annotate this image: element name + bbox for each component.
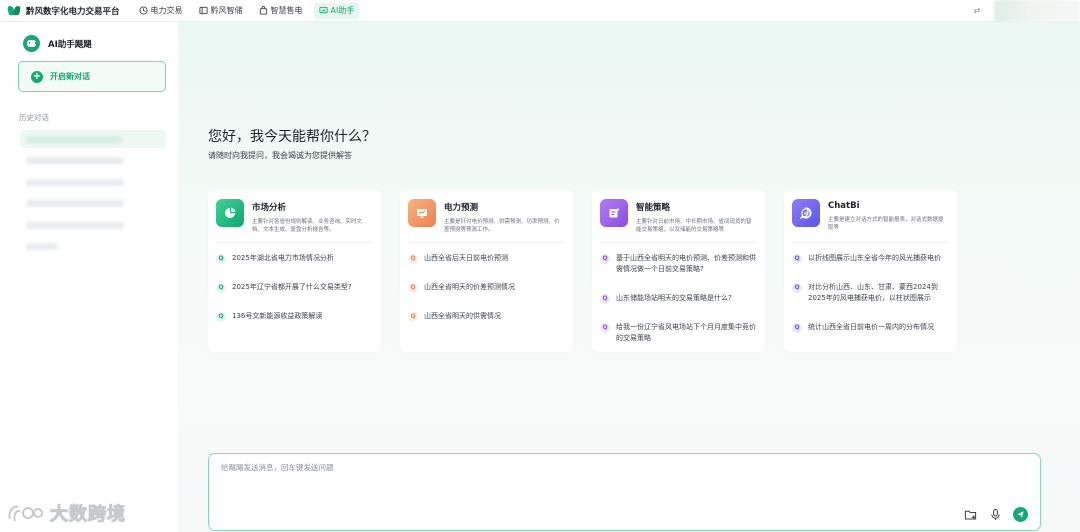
- tab-power-trade[interactable]: 电力交易: [134, 3, 188, 19]
- card-description: 主要针对各省份规则解读、业务咨询、实时文档、文本生成、复盘分析报告等。: [252, 219, 363, 233]
- storage-icon: [198, 6, 208, 15]
- new-chat-button[interactable]: + 开启新对话: [18, 61, 166, 92]
- tab-label: 电力交易: [150, 6, 183, 15]
- history-item[interactable]: [20, 130, 166, 148]
- history-list: [20, 130, 166, 259]
- history-item[interactable]: [20, 152, 166, 170]
- app-title: 黔风数字化电力交易平台: [26, 6, 120, 17]
- suggested-question[interactable]: Q 给我一份辽宁省风电场站下个月月度集中竞价的交易策略: [600, 316, 757, 345]
- question-icon: Q: [408, 254, 418, 264]
- pie-chart-icon: [216, 199, 244, 227]
- top-right-tools: ⇄: [972, 0, 1080, 22]
- question-icon: Q: [216, 254, 226, 264]
- suggested-question[interactable]: Q 山西全省明天的价差预测情况: [408, 276, 565, 305]
- greeting-subtitle: 请随时向我提问，我会竭诚为您提供解答: [208, 151, 352, 160]
- ai-chat-icon: [318, 6, 328, 15]
- card-title: 智能策略: [636, 203, 671, 213]
- card-power-forecast: 电力预测 主要是针对电价预测、供需预测、功率预测、价差预测等预测工作。 Q 山西全…: [400, 190, 573, 352]
- suggested-question[interactable]: Q 山东储能场站明天的交易策略是什么?: [600, 287, 757, 316]
- send-icon: [1017, 511, 1024, 518]
- history-item[interactable]: [20, 195, 166, 213]
- shopping-bag-icon: [259, 6, 268, 15]
- card-market-analysis: 市场分析 主要针对各省份规则解读、业务咨询、实时文档、文本生成、复盘分析报告等。…: [208, 190, 381, 352]
- send-button[interactable]: [1013, 507, 1028, 522]
- app-logo[interactable]: 黔风数字化电力交易平台: [8, 5, 120, 17]
- question-icon: Q: [216, 312, 226, 322]
- chatbi-icon: [792, 199, 820, 227]
- suggested-question[interactable]: Q 2025年辽宁省都开展了什么交易类型?: [216, 276, 373, 305]
- tab-label: 智慧售电: [270, 6, 303, 15]
- tab-storage[interactable]: 黔风智储: [194, 3, 248, 19]
- card-title: 电力预测: [444, 203, 479, 213]
- watermark: 大数跨境: [6, 500, 126, 526]
- question-icon: Q: [600, 323, 610, 333]
- history-item[interactable]: [20, 173, 166, 191]
- user-profile[interactable]: [994, 0, 1080, 22]
- strategy-icon: [600, 199, 628, 227]
- trade-icon: [138, 6, 148, 15]
- suggested-question[interactable]: Q 山西全省后天日前电价预测: [408, 247, 565, 276]
- suggested-question[interactable]: Q 山西全省明天的供需情况: [408, 305, 565, 334]
- card-smart-strategy: 智能策略 主要针对日前市场、中长期市场、省间现货的智能交易策略，以及储能的交易策…: [592, 190, 765, 352]
- folder-upload-icon[interactable]: [963, 508, 977, 522]
- monitor-chart-icon: [408, 199, 436, 227]
- microphone-icon[interactable]: [988, 508, 1002, 522]
- brand-logo-icon: [8, 5, 21, 16]
- card-title: ChatBi: [828, 201, 860, 211]
- tab-label: AI助手: [330, 6, 355, 15]
- suggested-question[interactable]: Q 以折线图展示山东全省今年的风光捕获电价: [792, 247, 949, 276]
- card-description: 主要针对日前市场、中长期市场、省间现货的智能交易策略，以及储能的交易策略等: [636, 219, 752, 233]
- main-content: 您好，我今天能帮你什么？ 请随时向我提问，我会竭诚为您提供解答 市场分析 主要针…: [178, 22, 1080, 532]
- sidebar: AI助手飓飓 + 开启新对话 历史对话: [0, 22, 178, 532]
- assistant-header: AI助手飓飓: [23, 35, 92, 52]
- card-description: 主要是针对电价预测、供需预测、功率预测、价差预测等预测工作。: [444, 219, 560, 233]
- history-item[interactable]: [20, 238, 166, 256]
- question-icon: Q: [408, 312, 418, 322]
- new-chat-label: 开启新对话: [50, 72, 90, 81]
- tab-ai-assistant[interactable]: AI助手: [313, 2, 360, 19]
- question-icon: Q: [792, 254, 802, 264]
- history-title: 历史对话: [19, 113, 49, 122]
- question-icon: Q: [600, 254, 610, 264]
- question-icon: Q: [792, 283, 802, 293]
- suggested-question[interactable]: Q 统计山西全省日前电价一周内的分布情况: [792, 316, 949, 345]
- history-item[interactable]: [20, 216, 166, 234]
- top-bar: 黔风数字化电力交易平台 电力交易 黔风智储 智慧售电 AI助手 ⇄: [0, 0, 1080, 22]
- input-tools: [952, 507, 1028, 522]
- question-icon: Q: [216, 283, 226, 293]
- greeting-title: 您好，我今天能帮你什么？: [208, 129, 376, 145]
- tab-label: 黔风智储: [210, 6, 243, 15]
- card-description: 主要是建立对话方式的智能报表，对话式数据提取等: [828, 217, 944, 231]
- suggested-question[interactable]: Q 2025年湖北省电力市场情况分析: [216, 247, 373, 276]
- switch-icon[interactable]: ⇄: [972, 6, 982, 16]
- question-icon: Q: [600, 294, 610, 304]
- assistant-name: AI助手飓飓: [48, 39, 92, 50]
- suggested-question[interactable]: Q 对比分析山西、山东、甘肃、蒙西2024到2025年的风电捕获电价，以柱状图展示: [792, 276, 949, 316]
- message-input-box: [208, 453, 1041, 531]
- watermark-text: 大数跨境: [50, 504, 126, 526]
- question-icon: Q: [792, 323, 802, 333]
- feature-cards: 市场分析 主要针对各省份规则解读、业务咨询、实时文档、文本生成、复盘分析报告等。…: [208, 190, 976, 352]
- message-input[interactable]: [221, 462, 921, 482]
- card-title: 市场分析: [252, 203, 287, 213]
- watermark-logo-icon: [8, 505, 43, 522]
- plus-icon: +: [31, 70, 43, 83]
- tab-smart-retail[interactable]: 智慧售电: [254, 3, 308, 19]
- suggested-question[interactable]: Q 基于山西全省明天的电价预测、价差预测和供需情况做一个日前交易策略?: [600, 247, 757, 287]
- card-chatbi: ChatBi 主要是建立对话方式的智能报表，对话式数据提取等 Q 以折线图展示山东…: [784, 190, 957, 352]
- robot-avatar-icon: [23, 35, 40, 52]
- question-icon: Q: [408, 283, 418, 293]
- suggested-question[interactable]: Q 136号文新能源收益政策解读: [216, 305, 373, 334]
